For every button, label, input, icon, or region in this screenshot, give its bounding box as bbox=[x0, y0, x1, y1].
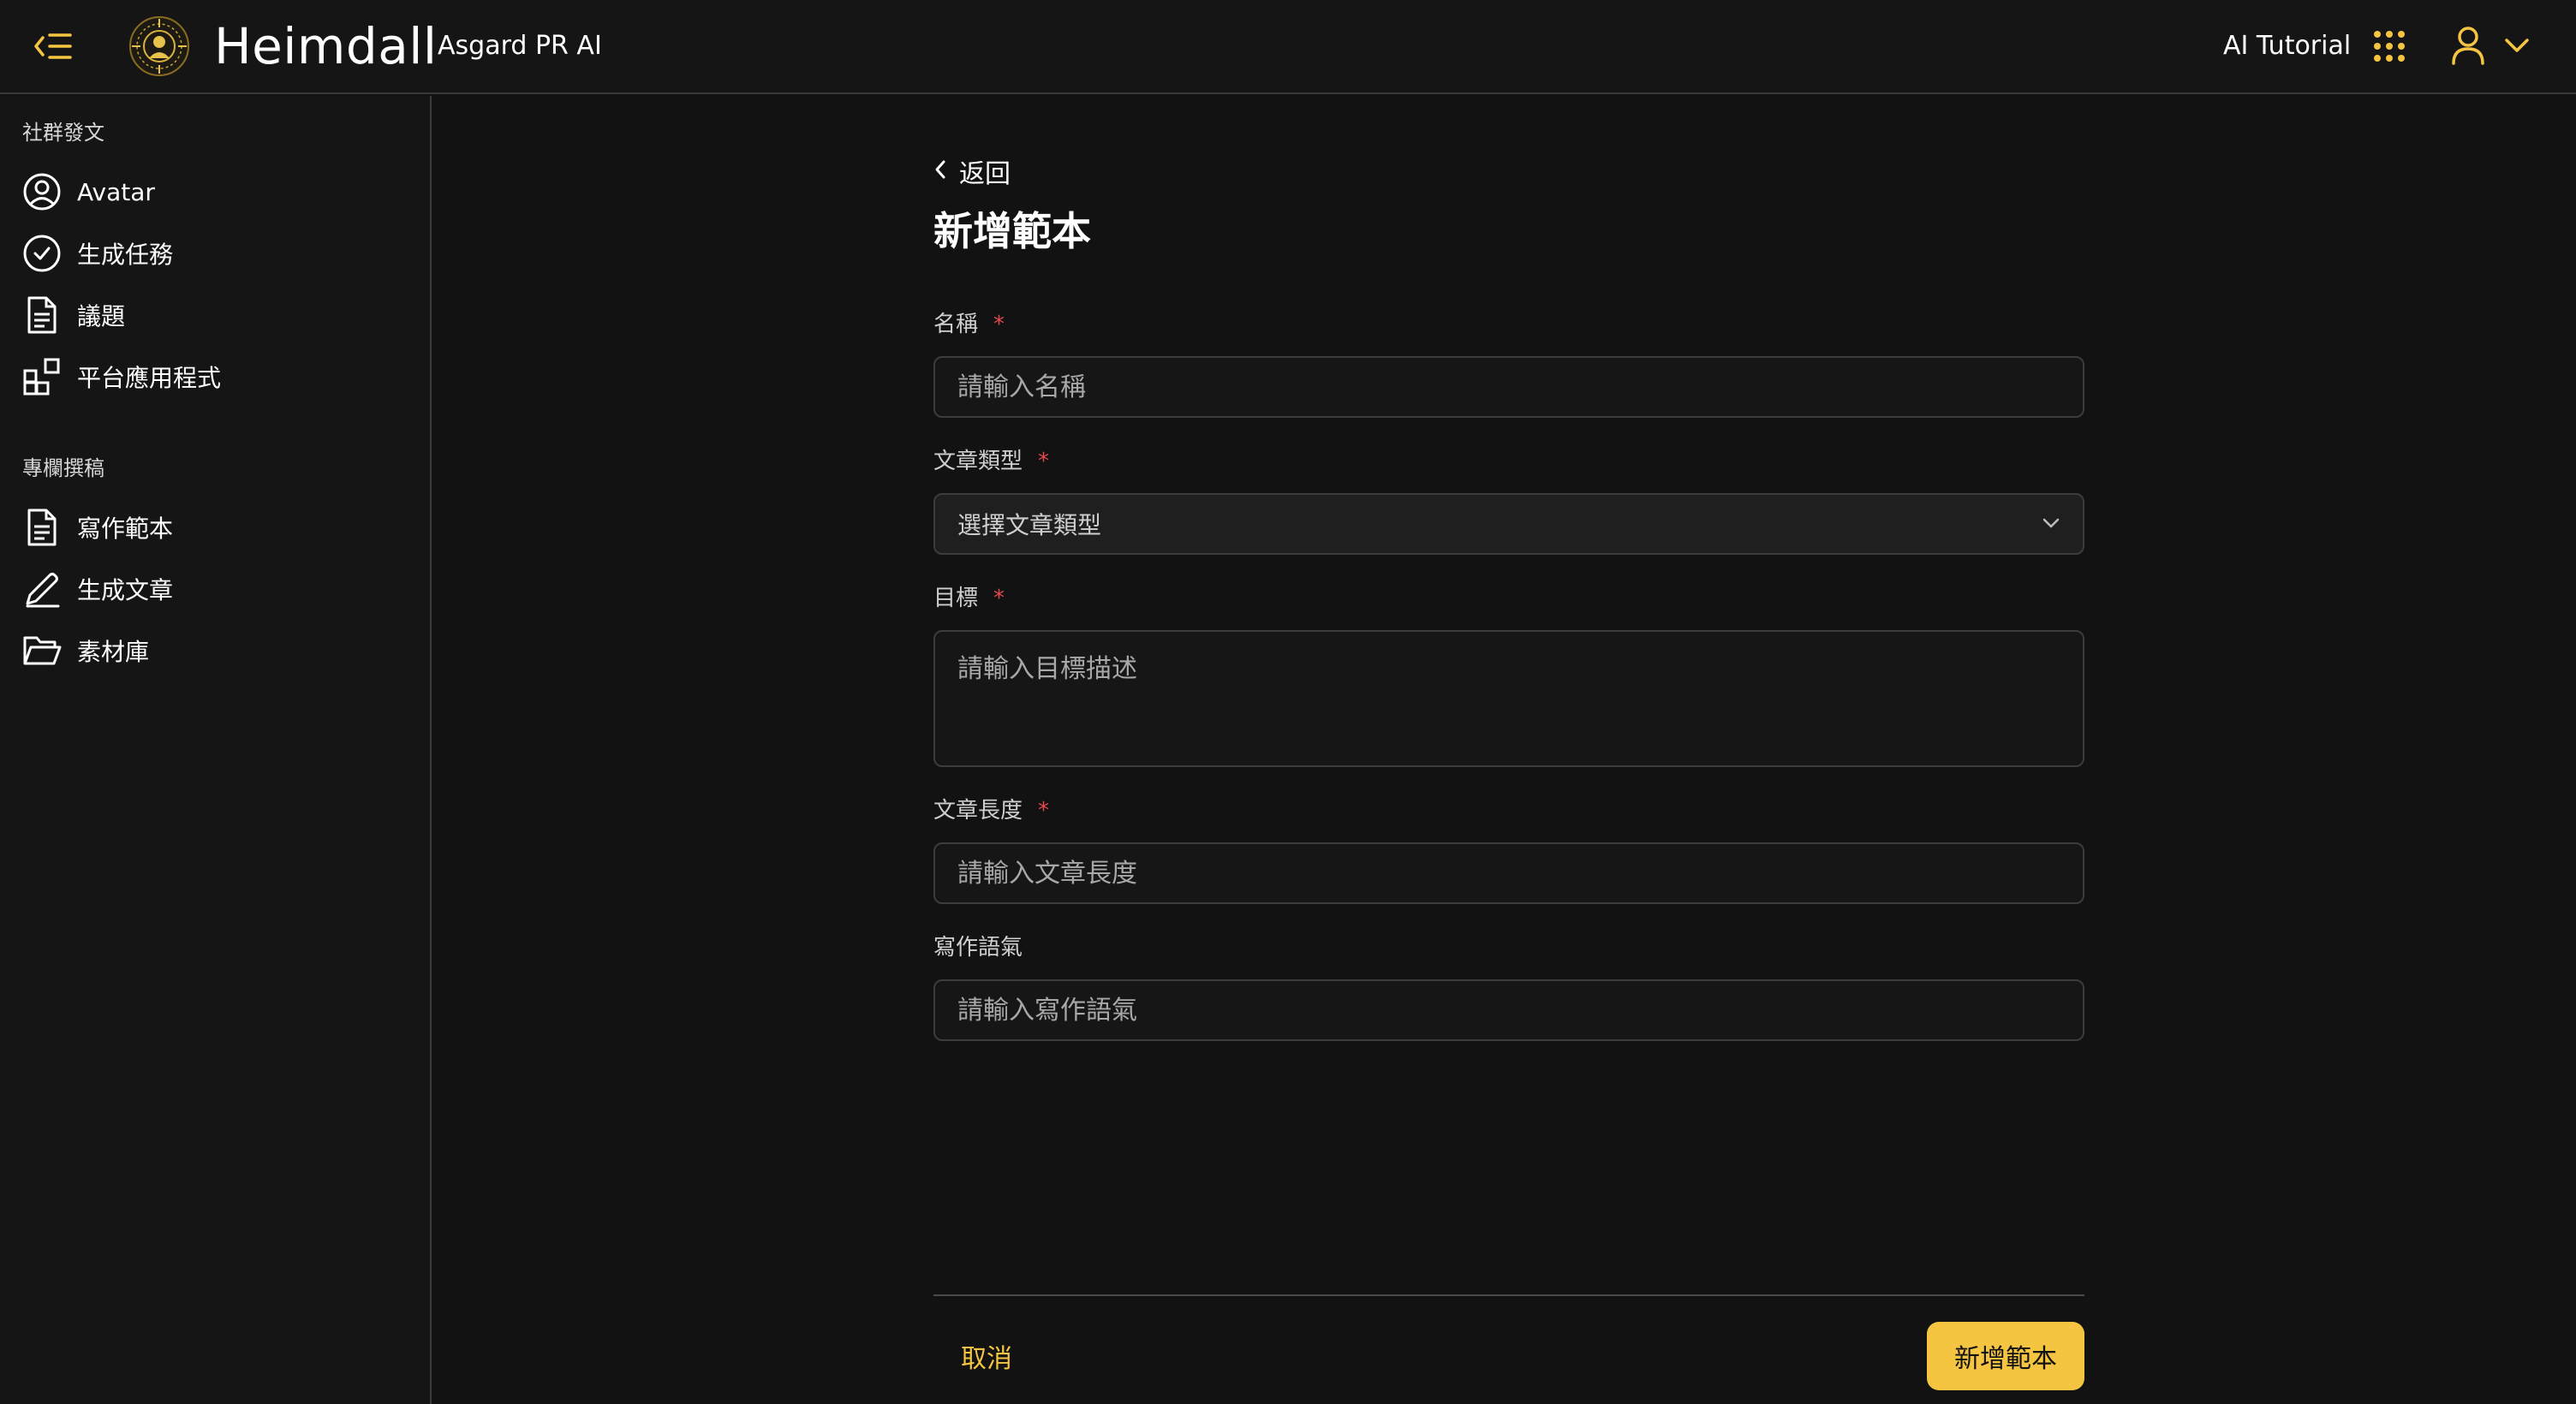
sidebar: 社群發文 Avatar 生成任務 議題 平台應用程式 專欄撰稿 寫作範本 生成文… bbox=[0, 96, 432, 1404]
required-mark: * bbox=[993, 312, 1005, 337]
document-icon bbox=[21, 506, 63, 549]
top-bar: Heimdall Asgard PR AI AI Tutorial bbox=[0, 0, 2576, 94]
brand-subtitle: Asgard PR AI bbox=[438, 31, 602, 61]
required-mark: * bbox=[1038, 798, 1050, 824]
sidebar-item-writing-templates[interactable]: 寫作範本 bbox=[21, 502, 414, 553]
pen-icon bbox=[21, 568, 63, 610]
article-type-select[interactable]: 選擇文章類型 bbox=[933, 493, 2084, 555]
sidebar-item-label: Avatar bbox=[77, 177, 155, 206]
cancel-button[interactable]: 取消 bbox=[933, 1322, 1040, 1390]
sidebar-section-social: 社群發文 bbox=[22, 121, 104, 145]
add-template-button[interactable]: 新增範本 bbox=[1927, 1322, 2084, 1390]
sidebar-section-column: 專欄撰稿 bbox=[22, 456, 104, 480]
name-input[interactable] bbox=[933, 356, 2084, 418]
name-label: 名稱 * bbox=[933, 310, 1005, 339]
back-label: 返回 bbox=[959, 159, 1011, 189]
brand-name: Heimdall bbox=[214, 17, 438, 75]
required-mark: * bbox=[1038, 449, 1050, 474]
collapse-menu-icon[interactable] bbox=[31, 24, 75, 68]
sidebar-item-label: 生成任務 bbox=[77, 241, 174, 269]
heimdall-logo-icon[interactable] bbox=[128, 15, 190, 77]
sidebar-item-label: 素材庫 bbox=[77, 638, 150, 666]
apps-blocks-icon bbox=[21, 355, 63, 398]
goal-label-text: 目標 bbox=[933, 586, 979, 611]
article-type-label-text: 文章類型 bbox=[933, 449, 1023, 474]
sidebar-item-label: 議題 bbox=[77, 302, 126, 330]
check-circle-icon bbox=[21, 232, 63, 275]
page-title: 新增範本 bbox=[933, 208, 1091, 254]
chevron-down-icon bbox=[2042, 516, 2060, 532]
tone-label-text: 寫作語氣 bbox=[933, 935, 1023, 961]
chevron-left-icon bbox=[933, 159, 947, 183]
goal-label: 目標 * bbox=[933, 584, 1005, 613]
sidebar-item-label: 平台應用程式 bbox=[77, 364, 222, 392]
user-menu-button[interactable] bbox=[2451, 24, 2545, 70]
sidebar-item-platform-apps[interactable]: 平台應用程式 bbox=[21, 351, 414, 402]
sidebar-item-avatar[interactable]: Avatar bbox=[21, 166, 414, 217]
length-input[interactable] bbox=[933, 842, 2084, 904]
folder-open-icon bbox=[21, 629, 63, 672]
tone-input[interactable] bbox=[933, 979, 2084, 1041]
user-icon bbox=[2451, 26, 2485, 68]
grid-apps-icon[interactable] bbox=[2372, 29, 2406, 63]
sidebar-item-label: 寫作範本 bbox=[77, 515, 174, 543]
name-label-text: 名稱 bbox=[933, 312, 979, 337]
user-circle-icon bbox=[21, 170, 63, 213]
ai-tutorial-link[interactable]: AI Tutorial bbox=[2223, 29, 2351, 63]
article-type-label: 文章類型 * bbox=[933, 447, 1049, 476]
sidebar-item-generate-article[interactable]: 生成文章 bbox=[21, 563, 414, 615]
sidebar-item-topics[interactable]: 議題 bbox=[21, 289, 414, 341]
document-icon bbox=[21, 294, 63, 336]
article-type-placeholder: 選擇文章類型 bbox=[957, 511, 1102, 539]
sidebar-item-asset-library[interactable]: 素材庫 bbox=[21, 625, 414, 676]
sidebar-item-label: 生成文章 bbox=[77, 576, 174, 604]
length-label: 文章長度 * bbox=[933, 796, 1049, 825]
back-link[interactable]: 返回 bbox=[933, 154, 1011, 189]
footer-divider bbox=[933, 1294, 2084, 1296]
goal-textarea[interactable] bbox=[933, 630, 2084, 767]
length-label-text: 文章長度 bbox=[933, 798, 1023, 824]
chevron-down-icon bbox=[2504, 37, 2530, 57]
sidebar-item-tasks[interactable]: 生成任務 bbox=[21, 228, 414, 279]
tone-label: 寫作語氣 bbox=[933, 933, 1023, 962]
required-mark: * bbox=[993, 586, 1005, 611]
